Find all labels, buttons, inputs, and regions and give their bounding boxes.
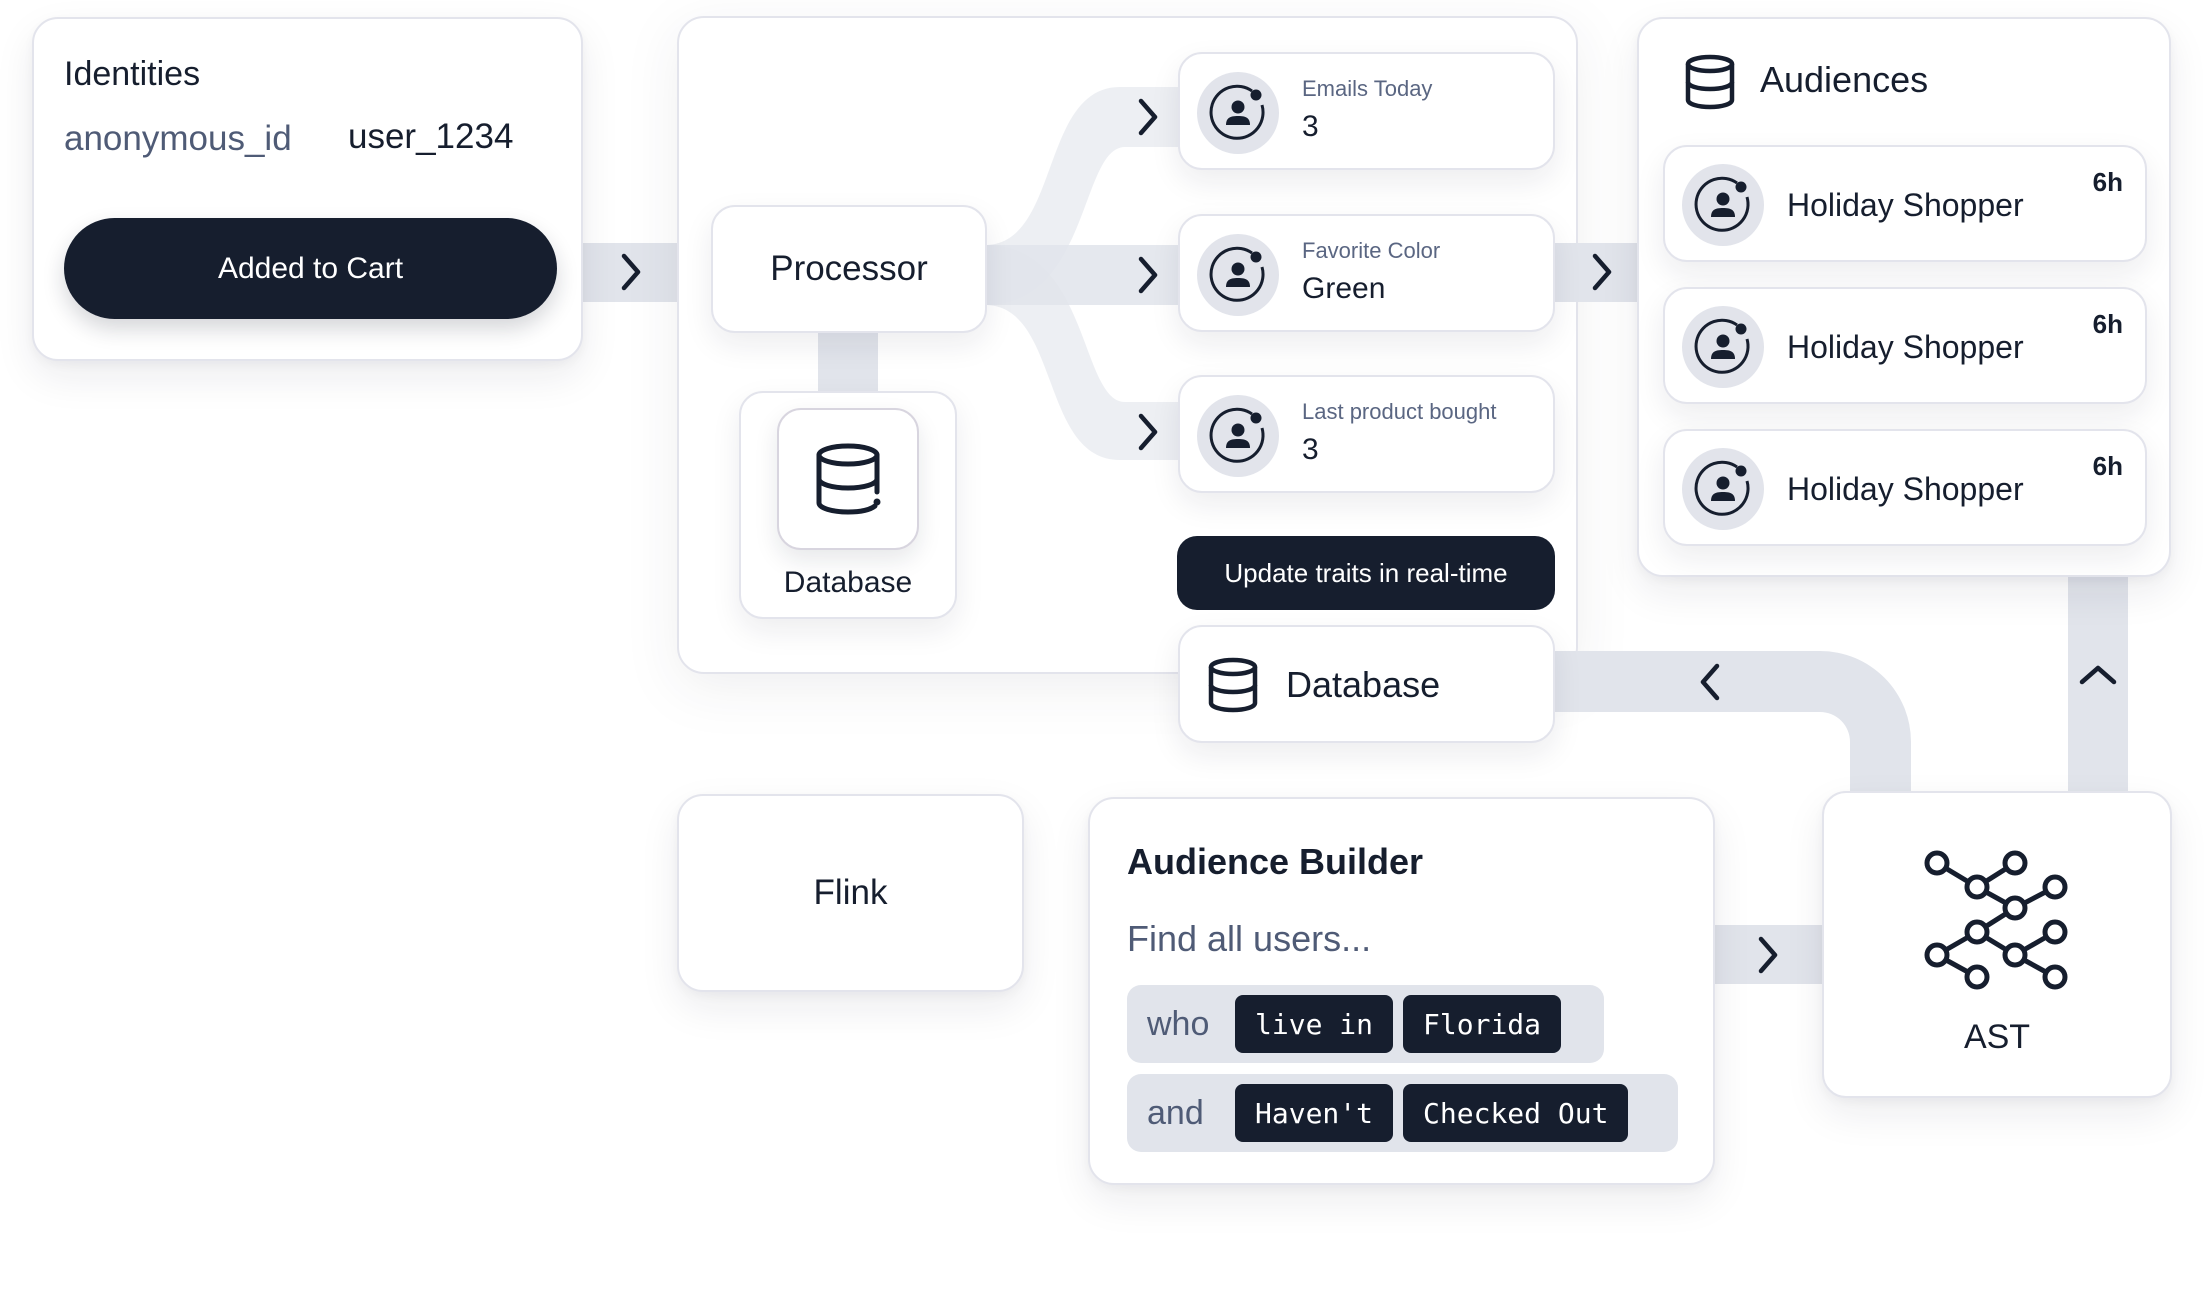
database-icon	[1685, 54, 1735, 110]
added-to-cart-button[interactable]: Added to Cart	[64, 218, 557, 319]
chevron-right-icon	[1133, 95, 1163, 139]
chevron-right-icon	[616, 250, 646, 294]
condition-chip[interactable]: live in	[1235, 995, 1394, 1053]
condition-keyword: and	[1147, 1093, 1204, 1132]
chevron-up-icon	[2076, 660, 2120, 690]
condition-keyword: who	[1147, 1004, 1210, 1043]
condition-chip[interactable]: Haven't	[1235, 1084, 1394, 1142]
audience-builder-subtitle: Find all users...	[1127, 918, 1372, 959]
processor-database-label: Database	[783, 566, 913, 599]
chevron-right-icon	[1133, 410, 1163, 454]
identities-card: Identities anonymous_id user_1234 Added …	[32, 17, 583, 361]
connector-processor-database	[818, 333, 878, 393]
database-row-label: Database	[1286, 664, 1441, 705]
condition-row: who live in Florida	[1127, 985, 1604, 1063]
chevron-right-icon	[1753, 933, 1783, 977]
audience-item[interactable]: Holiday Shopper 6h	[1663, 287, 2147, 404]
user-circle-icon	[1197, 395, 1279, 477]
user-id-value: user_1234	[348, 117, 514, 156]
audience-name: Holiday Shopper	[1787, 471, 2024, 507]
audience-builder-title: Audience Builder	[1127, 841, 1424, 882]
user-circle-icon	[1682, 448, 1764, 530]
condition-chip[interactable]: Florida	[1403, 995, 1562, 1053]
audience-name: Holiday Shopper	[1787, 329, 2024, 365]
database-icon	[816, 443, 881, 515]
user-circle-icon	[1197, 72, 1279, 154]
trait-card[interactable]: Emails Today 3	[1178, 52, 1555, 170]
trait-value: Green	[1302, 272, 1386, 305]
trait-value: 3	[1302, 110, 1319, 143]
audience-name: Holiday Shopper	[1787, 187, 2024, 223]
identities-title: Identities	[64, 55, 201, 93]
user-circle-icon	[1197, 234, 1279, 316]
user-circle-icon	[1682, 306, 1764, 388]
chevron-left-icon	[1695, 660, 1725, 704]
anonymous-id-label: anonymous_id	[64, 119, 292, 158]
audience-builder-card: Audience Builder Find all users... who l…	[1088, 797, 1715, 1185]
condition-chip[interactable]: Checked Out	[1403, 1084, 1629, 1142]
trait-card[interactable]: Last product bought 3	[1178, 375, 1555, 493]
condition-row: and Haven't Checked Out	[1127, 1074, 1678, 1152]
audience-age: 6h	[2092, 167, 2123, 197]
trait-card[interactable]: Favorite Color Green	[1178, 214, 1555, 332]
audience-item[interactable]: Holiday Shopper 6h	[1663, 145, 2147, 262]
audience-age: 6h	[2092, 309, 2123, 339]
audience-age: 6h	[2092, 451, 2123, 481]
user-circle-icon	[1682, 164, 1764, 246]
update-traits-button[interactable]: Update traits in real-time	[1177, 536, 1555, 610]
processor-node[interactable]: Processor	[711, 205, 987, 333]
audience-item[interactable]: Holiday Shopper 6h	[1663, 429, 2147, 546]
database-icon	[1208, 657, 1258, 713]
chevron-right-icon	[1587, 250, 1617, 294]
trait-label: Favorite Color	[1302, 238, 1441, 263]
chevron-right-icon	[1133, 253, 1163, 297]
database-row-card[interactable]: Database	[1178, 625, 1555, 743]
audiences-title: Audiences	[1760, 59, 1929, 100]
flink-node[interactable]: Flink	[677, 794, 1024, 992]
database-icon-box[interactable]	[777, 408, 919, 550]
connector-ast-database	[1553, 651, 1911, 792]
trait-label: Emails Today	[1302, 76, 1433, 101]
trait-label: Last product bought	[1302, 399, 1497, 424]
trait-value: 3	[1302, 433, 1319, 466]
graph-nodes-icon	[1924, 850, 2068, 990]
ast-label: AST	[1963, 1018, 2031, 1056]
